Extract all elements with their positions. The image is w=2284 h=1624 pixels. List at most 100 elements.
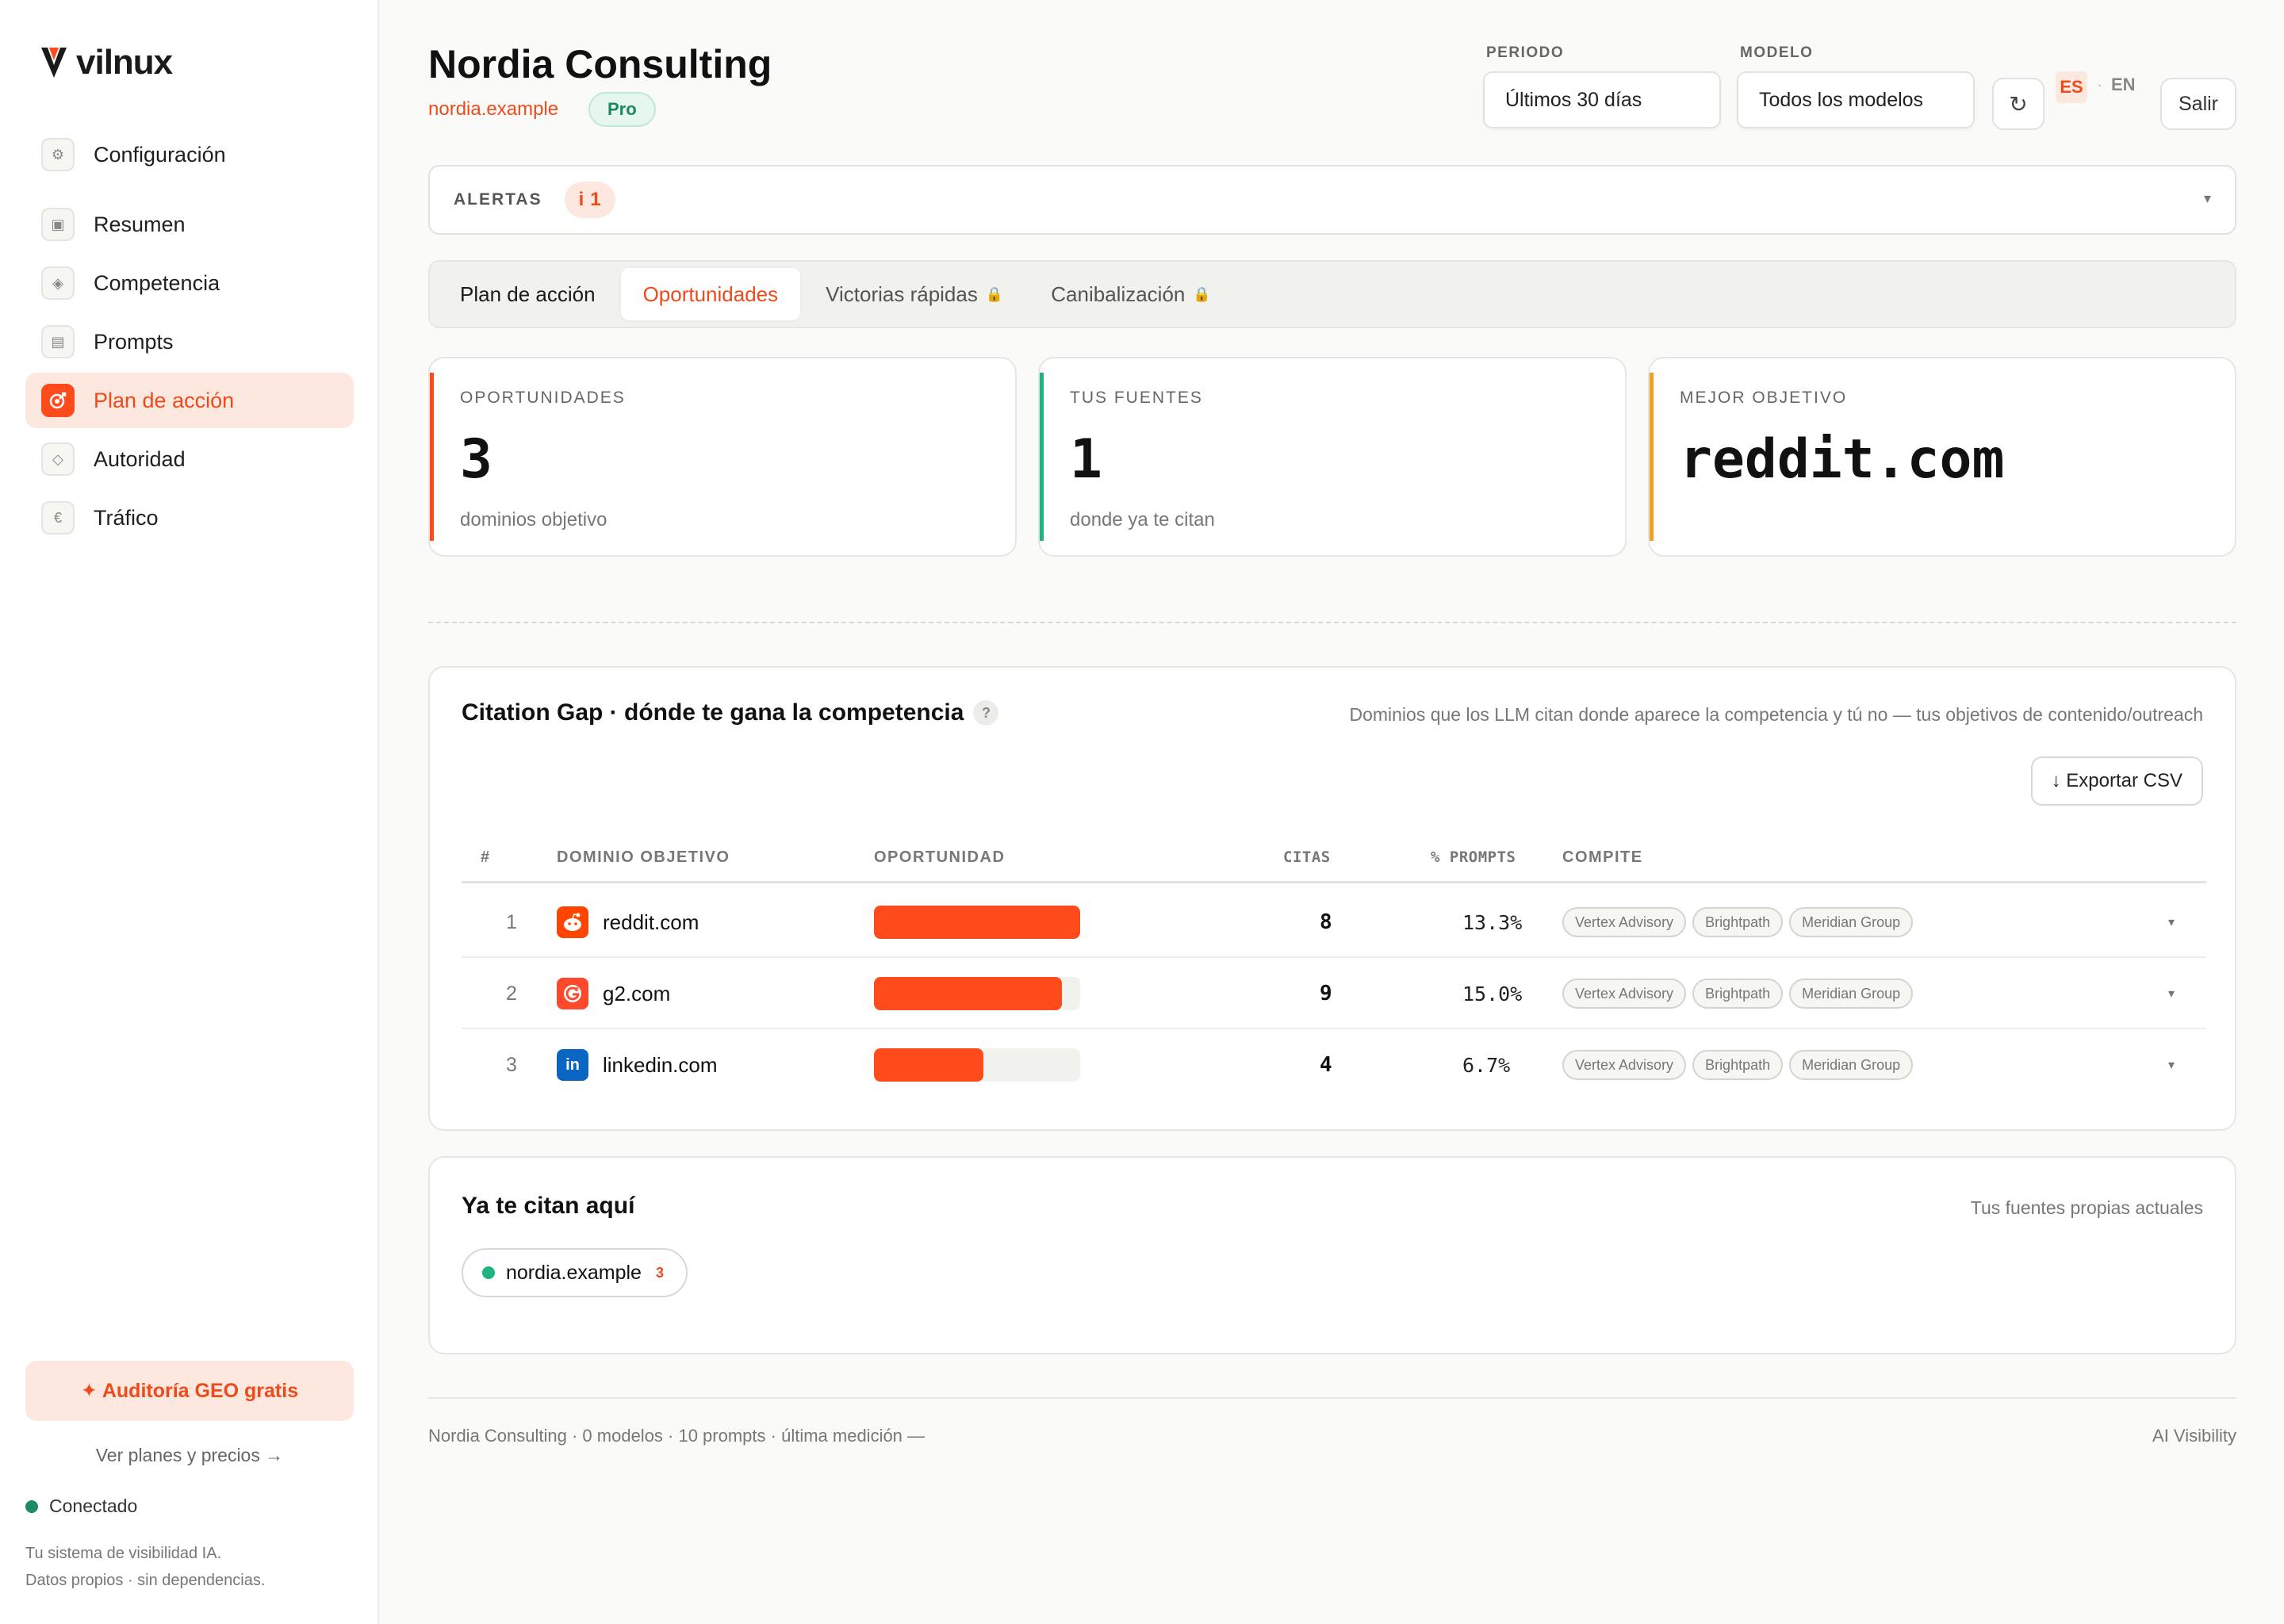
sidebar-item-autoridad[interactable]: ◇ Autoridad (25, 431, 354, 487)
status-dot-icon (482, 1266, 495, 1279)
plans-link[interactable]: Ver planes y precios → (25, 1445, 354, 1466)
opportunity-bar (874, 1048, 1080, 1082)
chevron-down-icon[interactable]: ▾ (2168, 887, 2175, 958)
stat-sub: donde ya te citan (1070, 509, 1215, 530)
competitor-chip: Vertex Advisory (1562, 979, 1687, 1009)
accent-bar (1040, 373, 1044, 541)
gear-icon: ⚙ (41, 138, 75, 171)
logo-mark-icon (41, 48, 67, 78)
status-label: Conectado (49, 1496, 138, 1516)
refresh-icon: ↻ (2009, 91, 2028, 117)
footer-meta: Nordia Consulting · 0 modelos · 10 promp… (428, 1426, 925, 1446)
prompts-pct: 13.3% (1462, 910, 1523, 934)
tab-victorias-rapidas[interactable]: Victorias rápidas 🔒 (803, 268, 1025, 320)
project-domain: nordia.example (428, 98, 559, 120)
linkedin-icon: in (557, 1049, 588, 1081)
period-select[interactable]: Últimos 30 días (1483, 71, 1721, 128)
stat-label: MEJOR OBJETIVO (1680, 389, 1848, 407)
citations-value: 4 (1320, 1053, 1332, 1077)
lang-en-button[interactable]: EN (2111, 75, 2136, 95)
logo-text: vilnux (76, 43, 173, 82)
export-csv-button[interactable]: ↓ Exportar CSV (2030, 756, 2203, 806)
table-row[interactable]: 1 reddit.com 8 13.3% Vertex Advisory Bri… (462, 887, 2206, 958)
alerts-count: 1 (590, 189, 601, 210)
col-opportunity: OPORTUNIDAD (874, 848, 1006, 866)
table-row[interactable]: 3 in linkedin.com 4 6.7% Vertex Advisory… (462, 1029, 2206, 1101)
section-divider (428, 622, 2236, 623)
alerts-label: ALERTAS (454, 190, 542, 209)
cited-here-card: Ya te citan aquí Tus fuentes propias act… (428, 1156, 2236, 1354)
stat-card-tus-fuentes: TUS FUENTES 1 donde ya te citan (1038, 357, 1627, 557)
chevron-down-icon: ▾ (2203, 190, 2211, 206)
sidebar-item-label: Configuración (94, 142, 226, 167)
diamond-outline-icon: ◇ (41, 442, 75, 476)
sidebar-item-configuracion[interactable]: ⚙ Configuración (25, 127, 354, 182)
reddit-icon (557, 906, 588, 938)
tab-label: Plan de acción (460, 282, 596, 306)
opportunity-bar-fill (874, 977, 1062, 1010)
lock-icon: 🔒 (1193, 285, 1211, 302)
tab-canibalizacion[interactable]: Canibalización 🔒 (1029, 268, 1233, 320)
page-title: Nordia Consulting (428, 42, 772, 86)
tab-oportunidades[interactable]: Oportunidades (620, 268, 801, 320)
accent-bar (1650, 373, 1654, 541)
sidebar-nav: ⚙ Configuración ▣ Resumen ◈ Competencia … (25, 127, 354, 549)
table-row[interactable]: 2 2 g2.com 9 15.0% Vertex Advisory Brigh… (462, 958, 2206, 1029)
chevron-down-icon[interactable]: ▾ (2168, 958, 2175, 1029)
cited-here-title: Ya te citan aquí (462, 1193, 635, 1219)
sidebar-item-resumen[interactable]: ▣ Resumen (25, 197, 354, 252)
domain-name: linkedin.com (603, 1052, 718, 1077)
citation-gap-description: Dominios que los LLM citan donde aparece… (1349, 704, 2203, 725)
alerts-panel[interactable]: ALERTAS i 1 ▾ (428, 165, 2236, 235)
summary-icon: ▣ (41, 208, 75, 241)
help-icon[interactable]: ? (973, 700, 999, 726)
row-rank: 3 (506, 1053, 517, 1076)
stat-card-mejor-objetivo: MEJOR OBJETIVO reddit.com (1648, 357, 2236, 557)
tab-label: Oportunidades (642, 282, 779, 306)
citation-gap-title-row: Citation Gap · dónde te gana la competen… (462, 699, 999, 726)
competitor-chip: Brightpath (1692, 907, 1784, 937)
tab-bar: Plan de acción Oportunidades Victorias r… (428, 260, 2236, 328)
own-source-pill[interactable]: nordia.example 3 (462, 1248, 688, 1297)
opportunity-cell (874, 887, 1080, 958)
tagline-line-2: Datos propios · sin dependencias. (25, 1572, 266, 1589)
lang-es-button[interactable]: ES (2056, 71, 2087, 103)
model-select[interactable]: Todos los modelos (1737, 71, 1975, 128)
stat-sub: dominios objetivo (460, 509, 607, 530)
stat-label: OPORTUNIDADES (460, 389, 626, 407)
plan-badge: Pro (588, 92, 656, 127)
stat-card-oportunidades: OPORTUNIDADES 3 dominios objetivo (428, 357, 1017, 557)
tagline: Tu sistema de visibilidad IA. Datos prop… (25, 1540, 265, 1594)
target-icon (41, 384, 75, 417)
footer-divider (428, 1397, 2236, 1399)
opportunity-cell (874, 958, 1080, 1029)
lang-separator: · (2097, 75, 2103, 94)
sidebar-item-plan-de-accion[interactable]: Plan de acción (25, 373, 354, 428)
competitor-chip: Vertex Advisory (1562, 1050, 1687, 1080)
stat-value: 1 (1070, 428, 1102, 491)
sidebar: vilnux ⚙ Configuración ▣ Resumen ◈ Compe… (0, 0, 379, 1624)
opportunity-bar (874, 906, 1080, 939)
logout-button[interactable]: Salir (2160, 78, 2236, 130)
logo[interactable]: vilnux (40, 43, 173, 82)
g2-icon: 2 (557, 978, 588, 1009)
col-citations: CITAS (1283, 848, 1331, 866)
sidebar-item-prompts[interactable]: ▤ Prompts (25, 314, 354, 370)
info-icon: i (578, 189, 584, 210)
chevron-down-icon[interactable]: ▾ (2168, 1029, 2175, 1101)
competitor-chip: Brightpath (1692, 979, 1784, 1009)
alerts-count-badge: i 1 (564, 182, 615, 218)
sidebar-item-label: Tráfico (94, 505, 159, 530)
opportunity-bar (874, 977, 1080, 1010)
domain-cell: in linkedin.com (557, 1029, 718, 1101)
tab-plan-de-accion[interactable]: Plan de acción (438, 268, 618, 320)
citation-gap-title: Citation Gap · dónde te gana la competen… (462, 699, 964, 726)
domain-name: reddit.com (603, 910, 699, 934)
sidebar-item-competencia[interactable]: ◈ Competencia (25, 255, 354, 311)
refresh-button[interactable]: ↻ (1992, 78, 2044, 130)
sidebar-item-trafico[interactable]: € Tráfico (25, 490, 354, 546)
euro-icon: € (41, 501, 75, 534)
audit-geo-button[interactable]: ✦ Auditoría GEO gratis (25, 1361, 354, 1421)
competitors-cell: Vertex Advisory Brightpath Meridian Grou… (1562, 958, 1919, 1029)
col-prompts: % PROMPTS (1431, 848, 1516, 866)
